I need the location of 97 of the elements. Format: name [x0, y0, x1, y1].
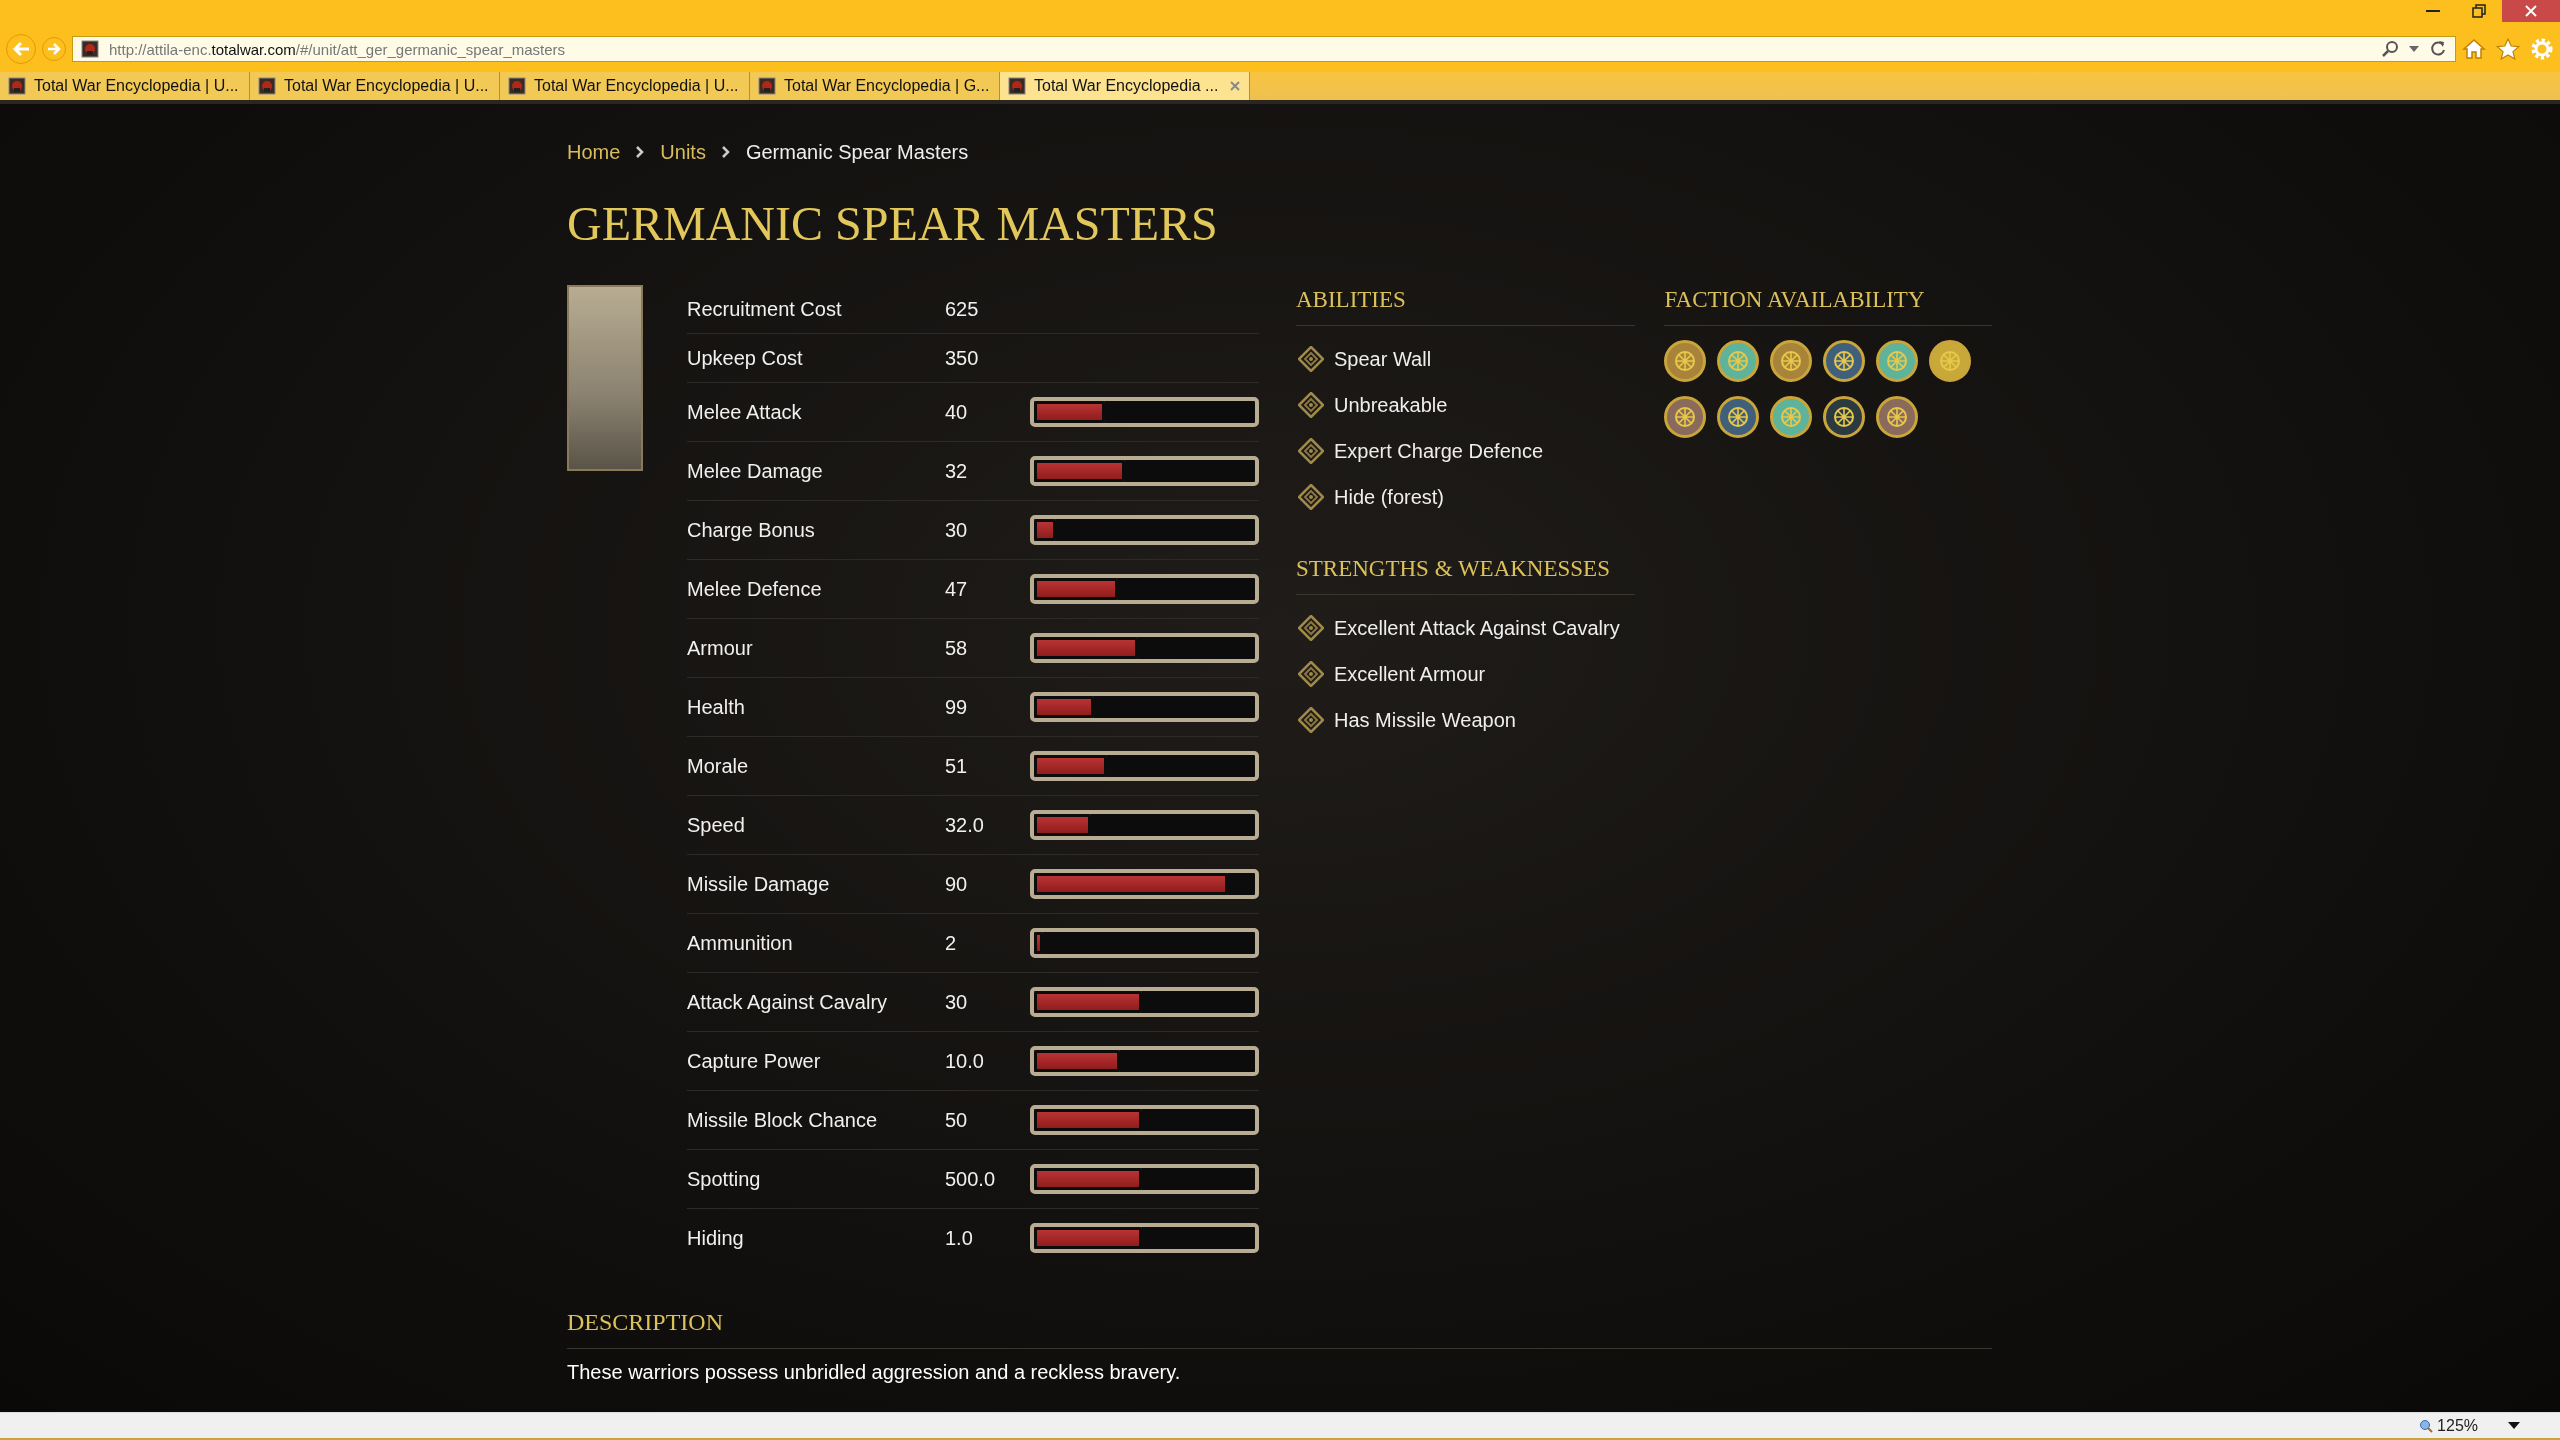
diamond-bullet-icon [1298, 346, 1324, 372]
stat-label: Attack Against Cavalry [687, 990, 889, 1014]
browser-tab[interactable]: Total War Encyclopedia ... [1000, 72, 1250, 100]
faction-emblem-icon[interactable] [1770, 396, 1813, 438]
diamond-bullet-icon [1298, 615, 1324, 641]
chevron-icon [721, 146, 730, 158]
refresh-icon[interactable] [2429, 40, 2447, 58]
faction-emblem-icon[interactable] [1717, 340, 1760, 382]
diamond-bullet-icon [1298, 661, 1324, 687]
stat-label: Upkeep Cost [687, 346, 804, 370]
strength-item: Excellent Attack Against Cavalry [1334, 616, 1620, 640]
stat-value: 32.0 [945, 813, 985, 837]
ability-item: Spear Wall [1334, 347, 1432, 371]
back-arrow-icon [12, 41, 30, 57]
stat-value: 1.0 [945, 1226, 974, 1250]
breadcrumb-link[interactable]: Units [660, 140, 706, 164]
browser-tab[interactable]: Total War Encyclopedia | G... [750, 72, 1000, 100]
tab-favicon-icon [8, 77, 26, 95]
address-bar[interactable]: http://attila-enc.totalwar.com/#/unit/att_ger_germanic_spear_masters [72, 36, 2456, 62]
stat-value: 32 [945, 459, 969, 483]
section-heading: DESCRIPTION [567, 1307, 1992, 1349]
forward-arrow-icon [47, 43, 61, 55]
strength-item: Excellent Armour [1334, 662, 1486, 686]
breadcrumb-link[interactable]: Home [567, 140, 621, 164]
stat-value: 51 [945, 754, 969, 778]
section-heading: STRENGTHS & WEAKNESSES [1296, 554, 1636, 595]
stat-label: Melee Defence [687, 577, 823, 601]
zoom-icon [2419, 1418, 2434, 1433]
stat-value: 40 [945, 400, 969, 424]
stat-value: 350 [945, 346, 980, 370]
ability-item: Expert Charge Defence [1334, 439, 1543, 463]
stat-label: Charge Bonus [687, 518, 816, 542]
browser-tab[interactable]: Total War Encyclopedia | U... [0, 72, 250, 100]
faction-emblem-icon[interactable] [1664, 340, 1707, 382]
stat-value: 30 [945, 990, 969, 1014]
star-icon[interactable] [2496, 38, 2520, 60]
faction-emblem-icon[interactable] [1876, 396, 1919, 438]
breadcrumb-current: Germanic Spear Masters [745, 140, 969, 164]
stat-label: Hiding [687, 1226, 745, 1250]
diamond-bullet-icon [1298, 484, 1324, 510]
faction-emblem-icon[interactable] [1664, 396, 1707, 438]
faction-emblem-icon[interactable] [1876, 340, 1919, 382]
faction-emblem-icon[interactable] [1823, 396, 1866, 438]
url-text: http://attila-enc.totalwar.com/#/unit/att_ger_germanic_spear_masters [109, 40, 567, 58]
stat-label: Capture Power [687, 1049, 822, 1073]
faction-emblem-icon[interactable] [1717, 396, 1760, 438]
strength-item: Has Missile Weapon [1334, 708, 1516, 732]
stat-value: 90 [945, 872, 969, 896]
ability-item: Unbreakable [1334, 393, 1448, 417]
tab-favicon-icon [1008, 77, 1026, 95]
stat-value: 58 [945, 636, 969, 660]
browser-tab[interactable]: Total War Encyclopedia | U... [500, 72, 750, 100]
close-window-button[interactable] [2502, 0, 2560, 22]
close-icon [2524, 4, 2538, 18]
stat-label: Recruitment Cost [687, 297, 843, 321]
stat-label: Health [687, 695, 746, 719]
diamond-bullet-icon [1298, 392, 1324, 418]
faction-emblem-icon[interactable] [1823, 340, 1866, 382]
stat-label: Morale [687, 754, 750, 778]
stat-label: Speed [687, 813, 746, 837]
stat-label: Melee Attack [687, 400, 803, 424]
unit-title: GERMANIC SPEAR MASTERS [567, 196, 1219, 251]
tab-favicon-icon [758, 77, 776, 95]
chevron-icon [636, 146, 645, 158]
ability-item: Hide (forest) [1334, 485, 1445, 509]
zoom-level[interactable]: 125% [2419, 1416, 2478, 1435]
stat-value: 625 [945, 297, 980, 321]
stat-value: 99 [945, 695, 969, 719]
tab-favicon-icon [508, 77, 526, 95]
search-icon[interactable] [2381, 40, 2399, 58]
section-heading: FACTION AVAILABILITY [1664, 285, 1992, 326]
home-icon[interactable] [2462, 38, 2486, 60]
diamond-bullet-icon [1298, 707, 1324, 733]
section-heading: ABILITIES [1296, 285, 1636, 326]
stat-label: Armour [687, 636, 754, 660]
stat-label: Missile Damage [687, 872, 831, 896]
stat-value: 47 [945, 577, 969, 601]
tab-favicon-icon [258, 77, 276, 95]
close-tab-icon[interactable] [1229, 80, 1241, 92]
stat-label: Melee Damage [687, 459, 824, 483]
stat-value: 2 [945, 931, 958, 955]
stat-label: Ammunition [687, 931, 794, 955]
dropdown-caret-icon[interactable] [2508, 1422, 2520, 1429]
stat-value: 30 [945, 518, 969, 542]
site-favicon-icon [81, 40, 99, 58]
stat-value: 500.0 [945, 1167, 997, 1191]
stat-value: 10.0 [945, 1049, 985, 1073]
stat-value: 50 [945, 1108, 969, 1132]
faction-emblem-icon[interactable] [1929, 340, 1972, 382]
stat-label: Missile Block Chance [687, 1108, 879, 1132]
diamond-bullet-icon [1298, 438, 1324, 464]
browser-tab[interactable]: Total War Encyclopedia | U... [250, 72, 500, 100]
description-text: These warriors possess unbridled aggression and a reckless bravery. [567, 1361, 1182, 1384]
minimize-icon [2426, 9, 2440, 13]
stat-label: Spotting [687, 1167, 762, 1191]
restore-icon [2472, 4, 2486, 18]
faction-emblem-icon[interactable] [1770, 340, 1813, 382]
